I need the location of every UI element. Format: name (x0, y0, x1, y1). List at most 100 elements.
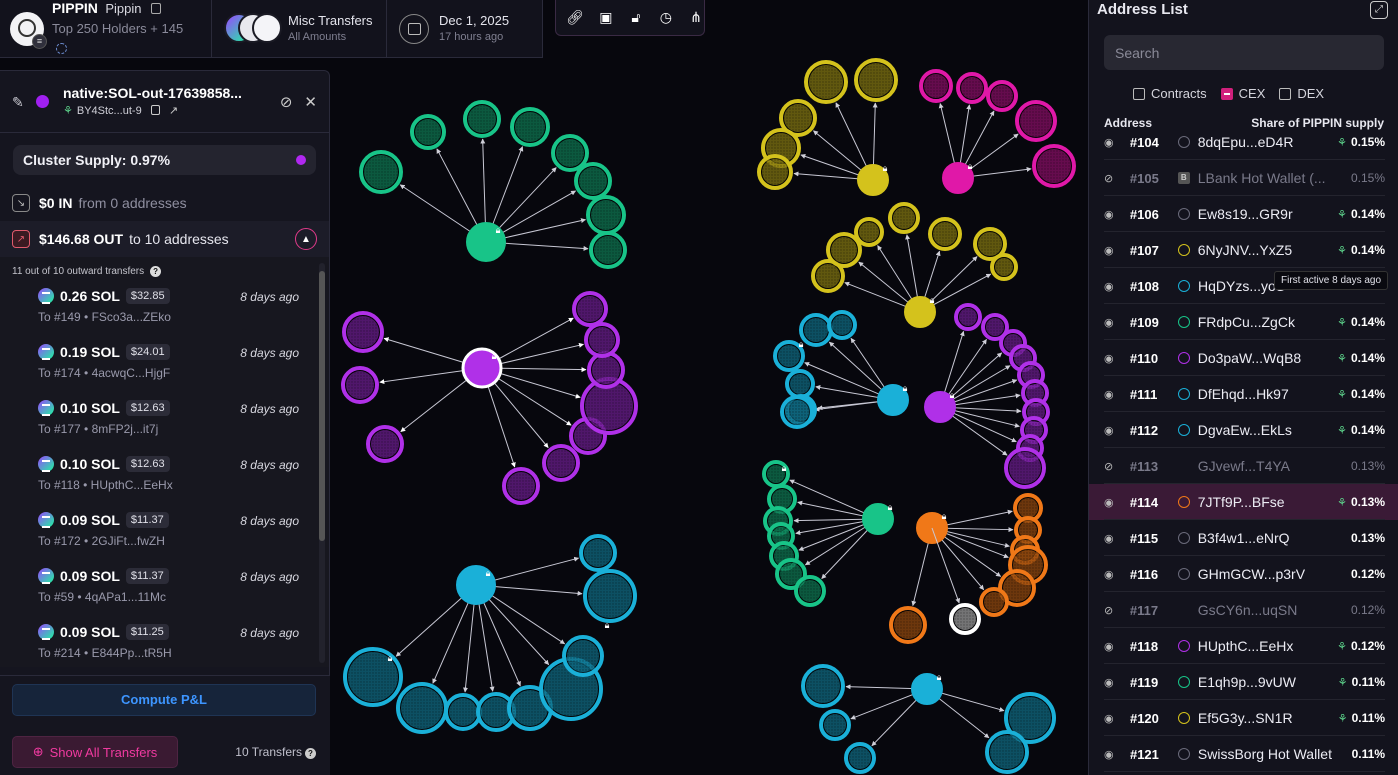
eye-icon[interactable]: ◉ (1104, 676, 1120, 689)
eye-off-icon[interactable]: ⊘ (1104, 460, 1120, 473)
address-label: 7JTf9P...BFse (1197, 494, 1285, 510)
address-row[interactable]: ◉ #109 FRdpCu...ZgCk ⚘ 0.14% (1089, 304, 1398, 340)
eye-icon[interactable]: ◉ (1104, 352, 1120, 365)
filter-cex[interactable]: CEX (1220, 86, 1265, 101)
compute-pnl-button[interactable]: Compute P&L (12, 684, 316, 716)
close-icon[interactable]: ✕ (304, 93, 317, 111)
address-row[interactable]: ◉ #111 DfEhqd...Hk97 ⚘ 0.14% (1089, 376, 1398, 412)
eye-icon[interactable]: ◉ (1104, 748, 1120, 761)
transfer-item[interactable]: 0.19 SOL $24.01 8 days ago To #174 • 4acwqC… (0, 337, 329, 393)
eye-icon[interactable]: ◉ (1104, 712, 1120, 725)
token-selector[interactable]: ≡ PIPPIN Pippin Top 250 Holders + 145 (0, 0, 212, 57)
outflow-row[interactable]: ↗ $146.68 OUT to 10 addresses ▲ (0, 221, 329, 257)
address-row[interactable]: ◉ #119 E1qh9p...9vUW ⚘ 0.11% (1089, 664, 1398, 700)
yellow-cluster-leaf-texture (859, 63, 893, 97)
eye-icon[interactable]: ◉ (1104, 568, 1120, 581)
green-cluster-leaf-texture (364, 155, 398, 189)
transfer-recipient[interactable]: To #174 • 4acwqC...HjgF (38, 366, 329, 380)
cluster-ring-icon (1177, 208, 1190, 220)
address-row[interactable]: ◉ #104 8dqEpu...eD4R ⚘ 0.15% (1089, 124, 1398, 160)
transfer-recipient[interactable]: To #177 • 8mFP2j...it7j (38, 422, 329, 436)
transfer-scrollbar[interactable] (319, 263, 325, 663)
eye-icon[interactable]: ◉ (1104, 280, 1120, 293)
cyan-cluster-2-leaf-texture (790, 374, 810, 394)
address-rank: #118 (1129, 638, 1159, 654)
unlock-icon[interactable]: 🔓︎ (628, 9, 644, 27)
eye-icon[interactable]: ◉ (1104, 388, 1120, 401)
address-row[interactable]: ⊘ #105 B LBank Hot Wallet (... 0.15% (1089, 160, 1398, 196)
link-icon[interactable]: 🔗︎ (566, 9, 584, 27)
cyan-cluster-2-leaf-texture (804, 318, 828, 342)
transfer-item[interactable]: 0.10 SOL $12.63 8 days ago To #177 • 8mFP2j… (0, 393, 329, 449)
address-row[interactable]: ◉ #114 7JTf9P...BFse ⚘ 0.13% (1089, 484, 1398, 520)
eye-icon[interactable]: ◉ (1104, 424, 1120, 437)
transfer-item[interactable]: 0.09 SOL $11.37 8 days ago To #59 • 4qAPa1.… (0, 561, 329, 617)
eye-icon[interactable]: ◉ (1104, 640, 1120, 653)
clock-icon[interactable]: ◷ (658, 9, 674, 27)
search-input[interactable] (1104, 35, 1384, 70)
dex-checkbox[interactable] (1279, 87, 1292, 100)
filter-dex[interactable]: DEX (1279, 86, 1324, 101)
show-all-transfers-button[interactable]: ⊕ Show All Transfers (12, 736, 178, 768)
eye-icon[interactable]: ◉ (1104, 244, 1120, 257)
transfer-recipient[interactable]: To #172 • 2GJiFt...fwZH (38, 534, 329, 548)
transfer-item[interactable]: 0.09 SOL $11.37 8 days ago To #172 • 2GJiFt… (0, 505, 329, 561)
transfer-recipient[interactable]: To #149 • FSco3a...ZEko (38, 310, 329, 324)
transfer-list[interactable]: 11 out of 10 outward transfers? 0.26 SOL… (0, 257, 329, 667)
expand-icon[interactable]: ⤢ (1370, 1, 1388, 19)
transfer-recipient[interactable]: To #59 • 4qAPa1...11Mc (38, 590, 329, 604)
address-row[interactable]: ◉ #120 Ef5G3y...SN1R ⚘ 0.11% (1089, 700, 1398, 736)
copy-icon[interactable] (150, 2, 161, 14)
address-row[interactable]: ◉ #115 B3f4w1...eNrQ 0.13% (1089, 520, 1398, 556)
sprout-icon: ⚘ (1337, 496, 1347, 509)
address-row[interactable]: ◉ #106 Ew8s19...GR9r ⚘ 0.14% (1089, 196, 1398, 232)
address-row[interactable]: ◉ #121 SwissBorg Hot Wallet 0.11% (1089, 736, 1398, 772)
eye-icon[interactable]: ◉ (1104, 316, 1120, 329)
eye-icon[interactable]: ◉ (1104, 496, 1120, 509)
address-row[interactable]: ◉ #116 GHmGCW...p3rV 0.12% (1089, 556, 1398, 592)
transfer-amount: 0.10 SOL (60, 456, 120, 472)
external-link-icon[interactable]: ↗ (169, 105, 178, 117)
green-cluster-leaf-texture (579, 167, 607, 195)
address-list[interactable]: ◉ #104 8dqEpu...eD4R ⚘ 0.15% ⊘ #105 B LBank Hot … (1089, 124, 1398, 775)
transfer-item[interactable]: 0.10 SOL $12.63 8 days ago To #118 • HUpthC… (0, 449, 329, 505)
inflow-row[interactable]: ↘ $0 IN from 0 addresses (0, 185, 329, 221)
eye-off-icon[interactable]: ⊘ (1104, 172, 1120, 185)
filter-contracts[interactable]: Contracts (1133, 86, 1207, 101)
solana-icon (38, 512, 54, 528)
copy-icon[interactable] (150, 104, 160, 115)
yellow-cluster-2-leaf-texture (995, 258, 1013, 276)
date-selector[interactable]: Dec 1, 2025 17 hours ago (387, 0, 521, 57)
address-row[interactable]: ◉ #112 DgvaEw...EkLs ⚘ 0.14% (1089, 412, 1398, 448)
eye-icon[interactable]: ◉ (1104, 208, 1120, 221)
cex-checkbox[interactable] (1220, 87, 1233, 100)
magic-wand-icon[interactable]: ✎ (12, 94, 28, 110)
address-row[interactable]: ◉ #118 HUpthC...EeHx ⚘ 0.12% (1089, 628, 1398, 664)
eye-off-icon[interactable]: ⊘ (1104, 604, 1120, 617)
lock-icon: 🔒︎ (937, 673, 942, 683)
contracts-checkbox[interactable] (1133, 87, 1145, 100)
save-icon[interactable]: ▣ (598, 9, 614, 27)
address-row[interactable]: ⊘ #117 GsCY6n...uqSN 0.12% (1089, 592, 1398, 628)
transfer-filter-selector[interactable]: Misc Transfers All Amounts (212, 0, 387, 57)
address-row[interactable]: ◉ #110 Do3paW...WqB8 ⚘ 0.14% (1089, 340, 1398, 376)
transfer-item[interactable]: 0.26 SOL $32.85 8 days ago To #149 • FSco3a… (0, 281, 329, 337)
cluster-subtitle: BY4Stc...ut-9 (76, 104, 142, 117)
transfer-amount: 0.19 SOL (60, 344, 120, 360)
eye-icon[interactable]: ◉ (1104, 532, 1120, 545)
transfer-item[interactable]: 0.09 SOL $11.25 8 days ago To #214 • E844Pp… (0, 617, 329, 667)
supply-share: 0.12% (1350, 639, 1385, 653)
transfer-recipient[interactable]: To #118 • HUpthC...EeHx (38, 478, 329, 492)
cluster-ring-icon (1177, 316, 1190, 328)
chevron-up-icon[interactable]: ▲ (295, 228, 317, 250)
sprout-icon: ⚘ (1337, 244, 1347, 257)
help-icon[interactable]: ? (305, 748, 316, 759)
share-icon[interactable]: ⋔ (688, 9, 704, 27)
transfer-recipient[interactable]: To #214 • E844Pp...tR5H (38, 646, 329, 660)
address-row[interactable]: ◉ #107 6NyJNV...YxZ5 ⚘ 0.14% (1089, 232, 1398, 268)
address-row[interactable]: ⊘ #113 GJvewf...T4YA 0.13% (1089, 448, 1398, 484)
eye-off-icon[interactable]: ⊘ (280, 93, 293, 111)
help-icon[interactable]: ? (150, 266, 162, 277)
eye-icon[interactable]: ◉ (1104, 136, 1120, 149)
sprout-icon: ⚘ (1337, 208, 1347, 221)
